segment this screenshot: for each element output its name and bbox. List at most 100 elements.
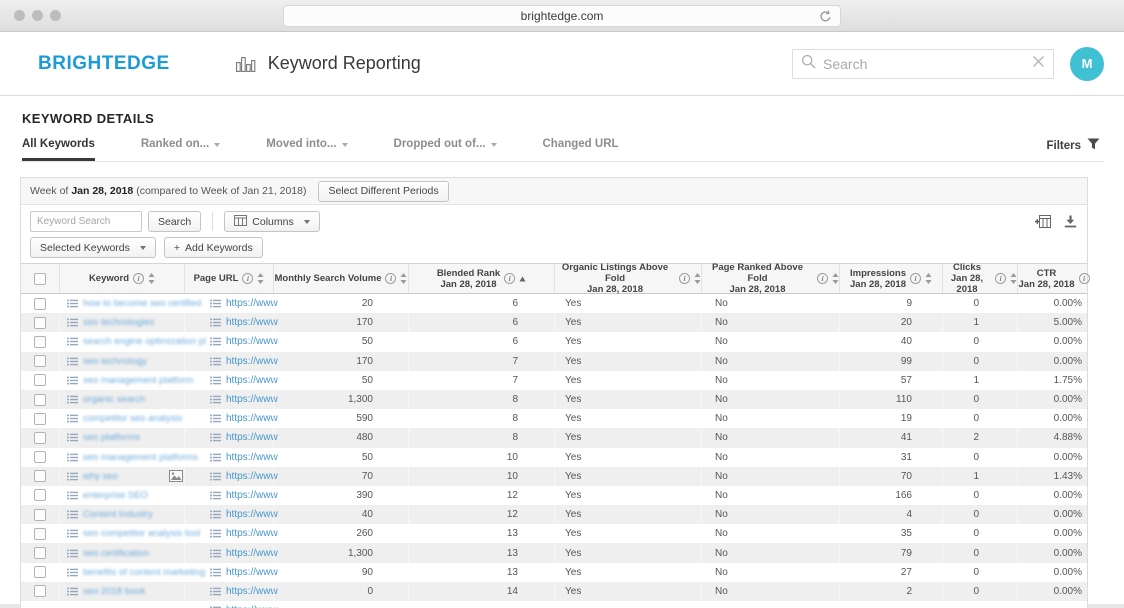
download-icon[interactable] <box>1064 215 1077 228</box>
column-header-impressions[interactable]: ImpressionsJan 28, 2018i <box>839 264 942 293</box>
page-url-link[interactable]: https://www <box>226 375 278 386</box>
sort-icon[interactable] <box>694 273 701 284</box>
column-header-page_url[interactable]: Page URLi <box>184 264 273 293</box>
info-icon[interactable]: i <box>385 273 396 284</box>
keyword-link[interactable]: benefits of content marketing <box>83 567 205 578</box>
filters-button[interactable]: Filters <box>1046 138 1100 161</box>
keyword-link[interactable]: seo 2018 book <box>83 586 145 597</box>
page-url-link[interactable]: https://www <box>226 432 278 443</box>
sort-icon[interactable] <box>1010 273 1017 284</box>
column-header-keyword[interactable]: Keywordi <box>59 264 184 293</box>
column-header-ranked[interactable]: Page Ranked Above FoldJan 28, 2018i <box>701 264 839 293</box>
row-checkbox[interactable] <box>34 489 46 501</box>
info-icon[interactable]: i <box>817 273 828 284</box>
keyword-link[interactable]: seo certification <box>83 548 149 559</box>
page-url-link[interactable]: https://www <box>226 413 278 424</box>
global-search-input[interactable] <box>823 56 1032 72</box>
page-url-link[interactable]: https://www <box>226 356 278 367</box>
window-minimize-dot[interactable] <box>32 10 43 21</box>
page-url-link[interactable]: https://www <box>226 567 278 578</box>
keyword-link[interactable]: organic search <box>83 394 145 405</box>
keyword-link[interactable]: Content Industry <box>83 509 153 520</box>
sort-icon[interactable] <box>400 273 407 284</box>
page-url-link[interactable]: https://www <box>226 490 278 501</box>
keyword-link[interactable]: enterprise SEO <box>83 490 148 501</box>
sort-icon[interactable] <box>925 273 932 284</box>
select-different-periods-button[interactable]: Select Different Periods <box>318 181 448 202</box>
info-icon[interactable]: i <box>504 273 515 284</box>
row-checkbox[interactable] <box>34 566 46 578</box>
page-url-link[interactable]: https://www <box>226 336 278 347</box>
column-header-msv[interactable]: Monthly Search Volumei <box>273 264 408 293</box>
column-header-rank[interactable]: Blended RankJan 28, 2018i <box>408 264 554 293</box>
address-bar-url[interactable]: brightedge.com <box>521 9 604 23</box>
tab-moved-into[interactable]: Moved into... <box>266 138 347 161</box>
sort-icon[interactable] <box>148 273 155 284</box>
window-zoom-dot[interactable] <box>50 10 61 21</box>
keyword-link[interactable]: seo competitor analysis tool <box>83 528 200 539</box>
page-url-link[interactable]: https://www <box>226 452 278 463</box>
row-checkbox[interactable] <box>34 528 46 540</box>
info-icon[interactable]: i <box>133 273 144 284</box>
clear-search-icon[interactable] <box>1032 55 1045 73</box>
select-all-checkbox[interactable] <box>34 273 46 285</box>
row-checkbox[interactable] <box>34 451 46 463</box>
info-icon[interactable]: i <box>910 273 921 284</box>
keyword-search-input[interactable] <box>30 211 142 232</box>
keyword-link[interactable]: seo platforms <box>83 432 140 443</box>
row-checkbox[interactable] <box>34 394 46 406</box>
page-url-link[interactable]: https://www <box>226 509 278 520</box>
row-checkbox[interactable] <box>34 298 46 310</box>
row-checkbox[interactable] <box>34 355 46 367</box>
row-checkbox[interactable] <box>34 374 46 386</box>
window-close-dot[interactable] <box>14 10 25 21</box>
info-icon[interactable]: i <box>995 273 1006 284</box>
column-header-clicks[interactable]: ClicksJan 28, 2018i <box>942 264 1017 293</box>
row-checkbox[interactable] <box>34 317 46 329</box>
global-search-box[interactable] <box>792 49 1054 79</box>
keyword-search-button[interactable]: Search <box>148 211 201 232</box>
user-avatar[interactable]: M <box>1070 47 1104 81</box>
export-table-icon[interactable] <box>1035 215 1051 228</box>
tab-ranked-on[interactable]: Ranked on... <box>141 138 220 161</box>
keyword-link[interactable]: search engine optimization pl <box>83 336 206 347</box>
add-keywords-button[interactable]: + Add Keywords <box>164 237 263 258</box>
sort-icon[interactable] <box>832 273 839 284</box>
column-header-ctr[interactable]: CTRJan 28, 2018i <box>1017 264 1090 293</box>
row-checkbox[interactable] <box>34 547 46 559</box>
tab-dropped-out-of[interactable]: Dropped out of... <box>394 138 497 161</box>
page-url-link[interactable]: https://www <box>226 548 278 559</box>
info-icon[interactable]: i <box>679 273 690 284</box>
info-icon[interactable]: i <box>1079 273 1090 284</box>
keyword-link[interactable]: why seo <box>83 471 118 482</box>
keyword-link[interactable]: seo technology <box>83 356 147 367</box>
keyword-link[interactable]: how to become seo certified <box>83 298 201 309</box>
keyword-link[interactable]: seo management platform <box>83 375 193 386</box>
refresh-icon[interactable] <box>819 10 832 26</box>
row-checkbox[interactable] <box>34 509 46 521</box>
row-checkbox[interactable] <box>34 336 46 348</box>
tab-all-keywords[interactable]: All Keywords <box>22 138 95 161</box>
row-checkbox[interactable] <box>34 413 46 425</box>
selected-keywords-button[interactable]: Selected Keywords <box>30 237 156 258</box>
row-checkbox[interactable] <box>34 470 46 482</box>
row-checkbox[interactable] <box>34 432 46 444</box>
keyword-link[interactable]: seo technologies <box>83 317 154 328</box>
page-url-link[interactable]: https://www <box>226 528 278 539</box>
keyword-link[interactable]: competitor seo analysis <box>83 413 182 424</box>
address-bar[interactable]: brightedge.com <box>283 5 841 27</box>
page-url-link[interactable]: https://www <box>226 317 278 328</box>
sort-icon[interactable] <box>519 276 526 282</box>
column-header-organic[interactable]: Organic Listings Above FoldJan 28, 2018i <box>554 264 701 293</box>
columns-button[interactable]: Columns <box>224 211 319 232</box>
page-url-link[interactable]: https://www <box>226 586 278 597</box>
row-checkbox[interactable] <box>34 585 46 597</box>
brightedge-logo[interactable]: BRIGHTEDGE <box>38 53 170 75</box>
page-url-link[interactable]: https://www <box>226 394 278 405</box>
sort-icon[interactable] <box>257 273 264 284</box>
info-icon[interactable]: i <box>242 273 253 284</box>
tab-changed-url[interactable]: Changed URL <box>543 138 619 161</box>
page-url-link[interactable]: https://www <box>226 298 278 309</box>
keyword-link[interactable]: seo management platforms <box>83 452 198 463</box>
page-url-link[interactable]: https://www <box>226 471 278 482</box>
